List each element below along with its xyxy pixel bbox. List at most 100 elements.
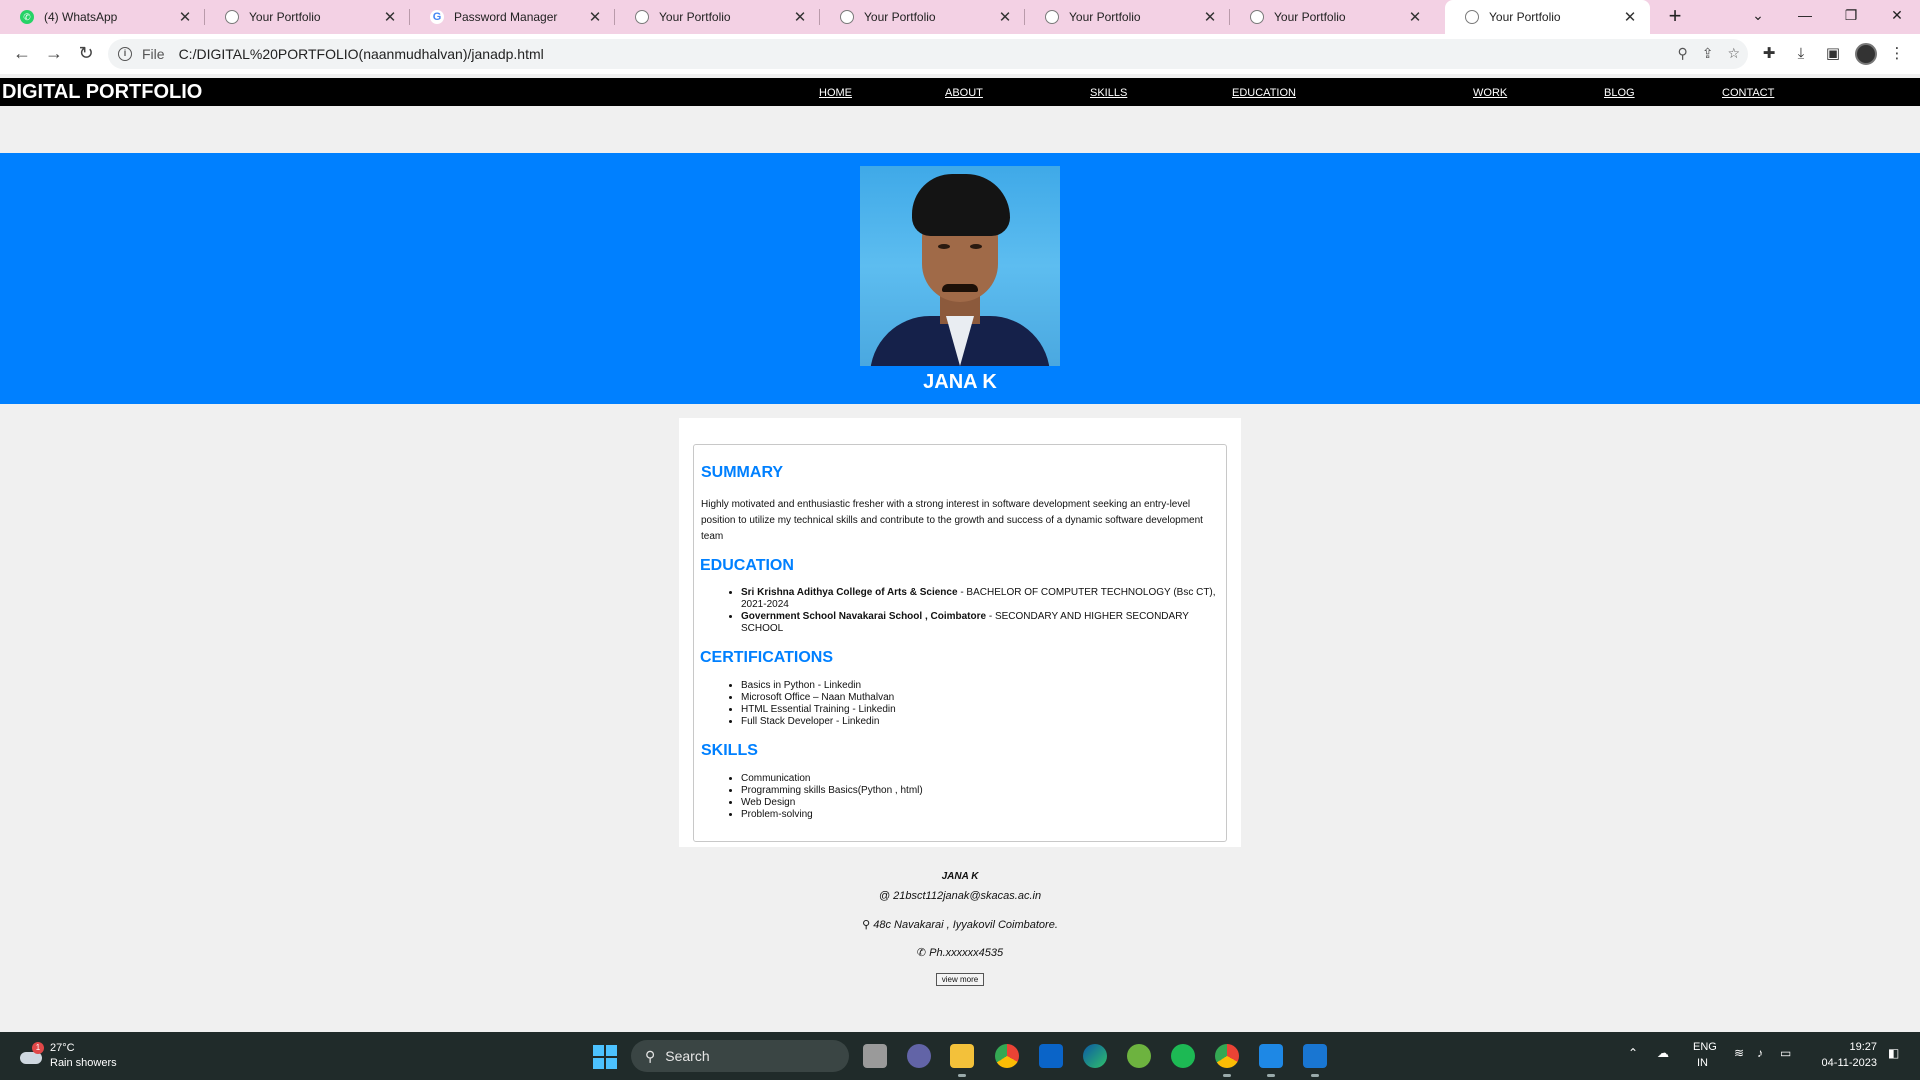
list-item: Communication — [741, 773, 923, 785]
certifications-list: Basics in Python - Linkedin Microsoft Of… — [741, 680, 896, 728]
close-icon[interactable]: ✕ — [587, 8, 603, 26]
language-indicator[interactable]: ENG — [1693, 1041, 1717, 1053]
menu-icon[interactable]: ⋮ — [1887, 44, 1907, 64]
download-icon[interactable]: ⤓ — [1791, 44, 1811, 64]
file-explorer-icon[interactable] — [950, 1044, 974, 1077]
list-item: Basics in Python - Linkedin — [741, 680, 896, 692]
weather-desc[interactable]: Rain showers — [50, 1057, 117, 1069]
share-icon[interactable]: ⇪ — [1702, 45, 1714, 62]
taskbar-search[interactable]: ⚲ Search — [631, 1040, 849, 1072]
notification-icon[interactable]: ◧ — [1888, 1046, 1899, 1060]
close-icon[interactable]: ✕ — [997, 8, 1013, 26]
tab-title: Your Portfolio — [659, 10, 731, 24]
tab-portfolio-4[interactable]: Your Portfolio ✕ — [1025, 0, 1230, 34]
url-text[interactable]: C:/DIGITAL%20PORTFOLIO(naanmudhalvan)/ja… — [179, 46, 544, 62]
tab-portfolio-5[interactable]: Your Portfolio ✕ — [1230, 0, 1435, 34]
profile-avatar[interactable] — [1855, 43, 1877, 65]
info-icon[interactable]: i — [118, 47, 132, 61]
globe-icon — [1045, 10, 1059, 24]
forward-icon[interactable]: → — [42, 42, 66, 66]
footer-name: JANA K — [941, 871, 979, 882]
photo-eye — [938, 244, 950, 249]
task-view-icon[interactable] — [863, 1044, 887, 1068]
list-item: Microsoft Office – Naan Muthalvan — [741, 692, 896, 704]
google-icon: G — [430, 10, 444, 24]
profile-photo — [860, 166, 1060, 366]
weather-temp[interactable]: 27°C — [50, 1042, 75, 1054]
edge-icon[interactable] — [1083, 1044, 1107, 1068]
code-editor-icon[interactable] — [1303, 1044, 1327, 1077]
list-item: Full Stack Developer - Linkedin — [741, 716, 896, 728]
site-navbar: DIGITAL PORTFOLIO HOME ABOUT SKILLS EDUC… — [0, 78, 1920, 106]
close-icon[interactable]: ✕ — [1407, 8, 1423, 26]
globe-icon — [225, 10, 239, 24]
tab-search-icon[interactable]: ⌄ — [1735, 0, 1781, 30]
minimize-button[interactable]: — — [1782, 0, 1828, 30]
clock-time[interactable]: 19:27 — [1813, 1041, 1877, 1053]
side-panel-icon[interactable]: ▣ — [1823, 44, 1843, 64]
onedrive-icon[interactable]: ☁ — [1657, 1046, 1669, 1060]
tab-portfolio-1[interactable]: Your Portfolio ✕ — [205, 0, 410, 34]
list-item: Government School Navakarai School , Coi… — [741, 611, 1226, 635]
region-indicator[interactable]: IN — [1697, 1057, 1708, 1069]
teams-icon[interactable] — [907, 1044, 931, 1068]
tab-portfolio-3[interactable]: Your Portfolio ✕ — [820, 0, 1025, 34]
tab-portfolio-2[interactable]: Your Portfolio ✕ — [615, 0, 820, 34]
restore-button[interactable]: ❐ — [1828, 0, 1874, 30]
close-window-button[interactable]: ✕ — [1874, 0, 1920, 30]
close-icon[interactable]: ✕ — [792, 8, 808, 26]
nav-about-link[interactable]: ABOUT — [945, 87, 983, 99]
tab-strip: ✆ (4) WhatsApp ✕ Your Portfolio ✕ G Pass… — [0, 0, 1920, 34]
photo-mustache — [942, 284, 978, 292]
extensions-icon[interactable]: ✚ — [1759, 44, 1779, 64]
back-icon[interactable]: ← — [10, 42, 34, 66]
volume-icon[interactable]: ♪ — [1757, 1046, 1763, 1060]
start-button[interactable] — [593, 1045, 617, 1069]
tab-portfolio-active[interactable]: Your Portfolio ✕ — [1445, 0, 1650, 34]
globe-icon — [1465, 10, 1479, 24]
mail-icon[interactable] — [1039, 1044, 1063, 1068]
tab-password-manager[interactable]: G Password Manager ✕ — [410, 0, 615, 34]
omnibox-actions: ⚲ ⇪ ☆ — [1677, 45, 1740, 62]
photo-eye — [970, 244, 982, 249]
chevron-up-icon[interactable]: ⌃ — [1628, 1046, 1638, 1060]
chrome-icon[interactable] — [995, 1044, 1019, 1068]
notepad-icon[interactable] — [1259, 1044, 1283, 1077]
nav-skills-link[interactable]: SKILLS — [1090, 87, 1127, 99]
whatsapp-icon: ✆ — [20, 10, 34, 24]
reload-icon[interactable]: ↻ — [74, 42, 98, 66]
resume-card: SUMMARY Highly motivated and enthusiasti… — [679, 418, 1241, 847]
certifications-heading: CERTIFICATIONS — [700, 649, 834, 666]
tab-title: Your Portfolio — [864, 10, 936, 24]
tab-title: Password Manager — [454, 10, 558, 24]
spring-tool-icon[interactable] — [1127, 1044, 1151, 1068]
list-item: Sri Krishna Adithya College of Arts & Sc… — [741, 587, 1226, 611]
zoom-icon[interactable]: ⚲ — [1677, 45, 1687, 62]
new-tab-button[interactable]: + — [1662, 4, 1688, 30]
battery-icon[interactable]: ▭ — [1780, 1046, 1791, 1060]
nav-blog-link[interactable]: BLOG — [1604, 87, 1635, 99]
close-icon[interactable]: ✕ — [382, 8, 398, 26]
nav-education-link[interactable]: EDUCATION — [1232, 87, 1296, 99]
nav-work-link[interactable]: WORK — [1473, 87, 1507, 99]
view-more-button[interactable]: view more — [936, 973, 984, 986]
school-name: Sri Krishna Adithya College of Arts & Sc… — [741, 587, 958, 598]
spotify-icon[interactable] — [1171, 1044, 1195, 1068]
weather-badge: 1 — [32, 1042, 44, 1054]
resume-content: SUMMARY Highly motivated and enthusiasti… — [693, 444, 1227, 842]
tab-whatsapp[interactable]: ✆ (4) WhatsApp ✕ — [0, 0, 205, 34]
star-icon[interactable]: ☆ — [1727, 45, 1740, 62]
close-icon[interactable]: ✕ — [177, 8, 193, 26]
weather-icon[interactable]: 1 — [18, 1042, 44, 1068]
nav-contact-link[interactable]: CONTACT — [1722, 87, 1774, 99]
summary-heading: SUMMARY — [701, 464, 784, 481]
chrome-profile-icon[interactable] — [1215, 1044, 1239, 1077]
address-bar[interactable]: i File C:/DIGITAL%20PORTFOLIO(naanmudhal… — [108, 39, 1748, 69]
wifi-icon[interactable]: ≋ — [1734, 1046, 1744, 1060]
clock-date[interactable]: 04-11-2023 — [1813, 1057, 1877, 1069]
footer-address: ⚲ 48c Navakarai , Iyyakovil Coimbatore. — [862, 919, 1058, 931]
globe-icon — [840, 10, 854, 24]
nav-home-link[interactable]: HOME — [819, 87, 852, 99]
close-icon[interactable]: ✕ — [1622, 8, 1638, 26]
close-icon[interactable]: ✕ — [1202, 8, 1218, 26]
